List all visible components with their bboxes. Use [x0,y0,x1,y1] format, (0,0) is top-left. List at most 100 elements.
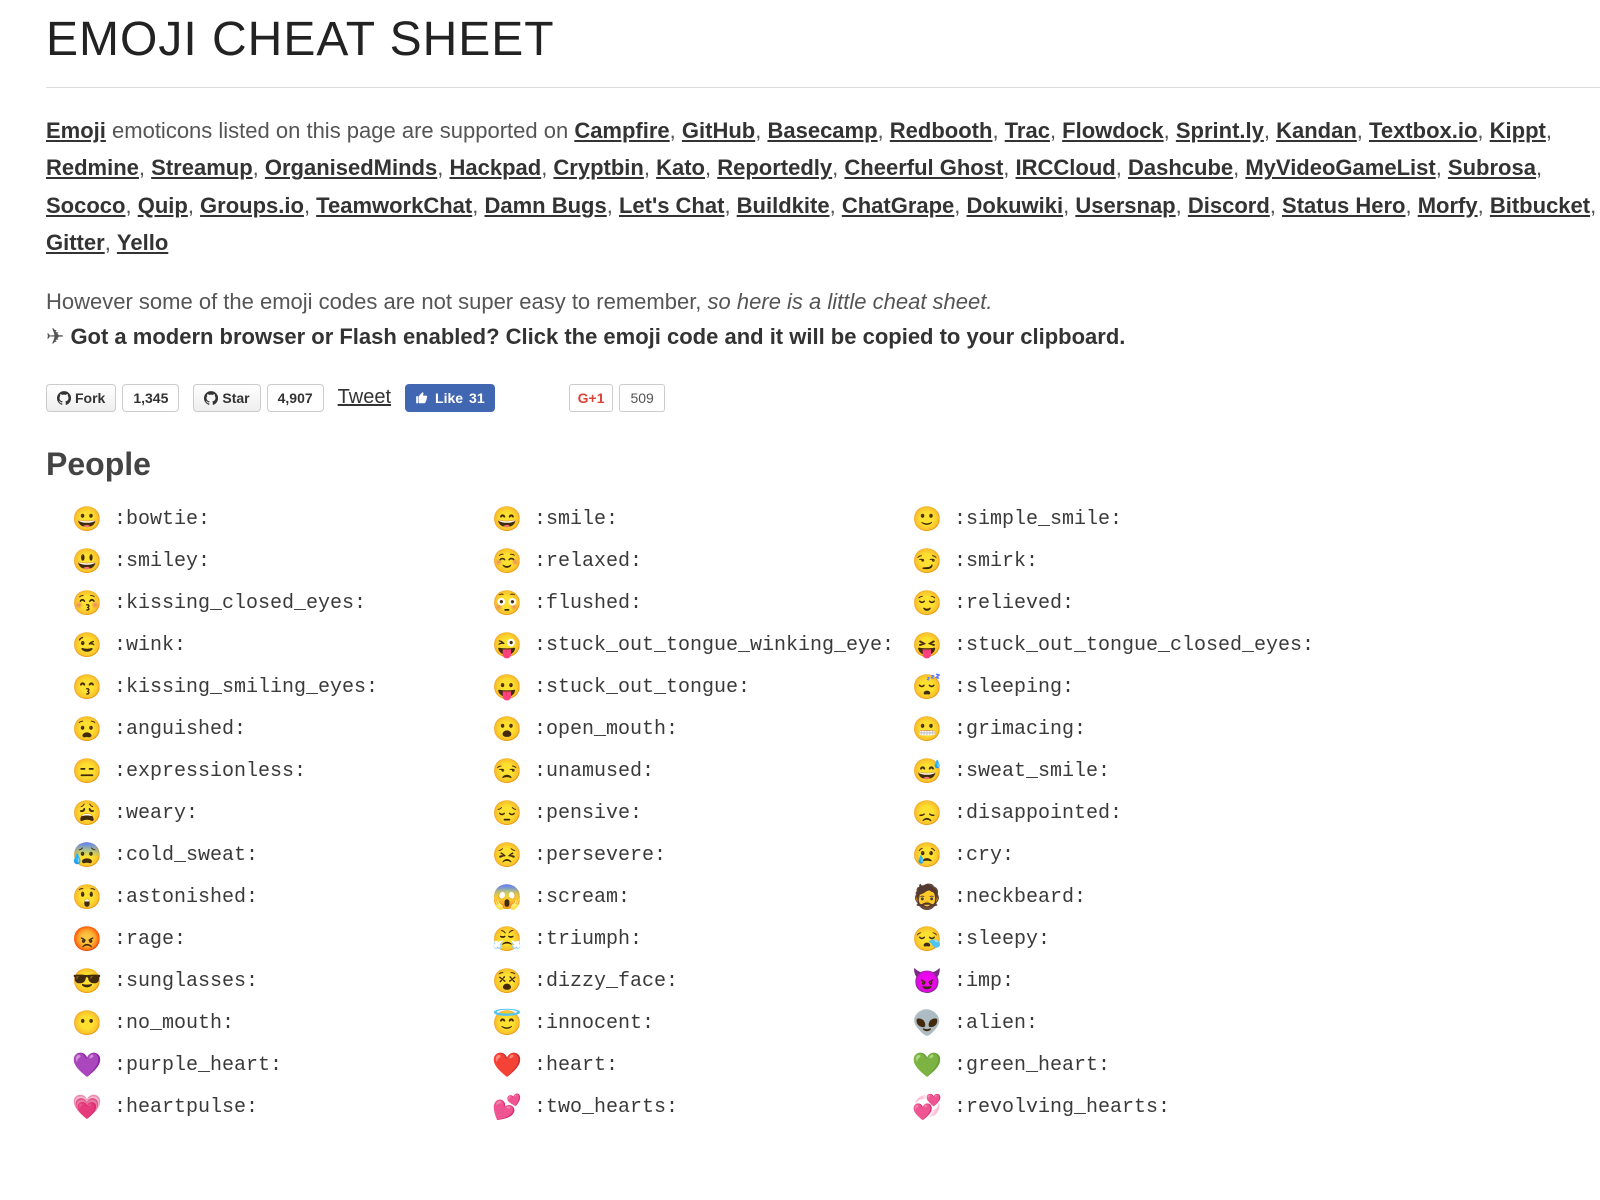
service-link[interactable]: GitHub [682,118,755,143]
service-link[interactable]: Buildkite [737,193,830,218]
service-link[interactable]: OrganisedMinds [265,155,437,180]
emoji-glyph: 💕 [492,1093,520,1122]
emoji-code[interactable]: :relaxed: [534,550,642,573]
service-link[interactable]: Usersnap [1075,193,1175,218]
service-link[interactable]: Quip [138,193,188,218]
service-link[interactable]: Yello [117,230,168,255]
service-link[interactable]: Hackpad [449,155,541,180]
emoji-code[interactable]: :sweat_smile: [954,760,1110,783]
emoji-code[interactable]: :green_heart: [954,1054,1110,1077]
github-fork-count[interactable]: 1,345 [122,384,179,412]
service-link[interactable]: Campfire [574,118,669,143]
emoji-code[interactable]: :open_mouth: [534,718,678,741]
emoji-code[interactable]: :triumph: [534,928,642,951]
facebook-like-button[interactable]: Like 31 [405,384,495,412]
emoji-code[interactable]: :revolving_hearts: [954,1096,1170,1119]
service-link[interactable]: Flowdock [1062,118,1163,143]
emoji-code[interactable]: :kissing_smiling_eyes: [114,676,378,699]
service-link[interactable]: TeamworkChat [316,193,472,218]
emoji-code[interactable]: :sunglasses: [114,970,258,993]
service-link[interactable]: Bitbucket [1490,193,1590,218]
emoji-row: 💕 :two_hearts: [492,1093,912,1123]
emoji-code[interactable]: :dizzy_face: [534,970,678,993]
emoji-code[interactable]: :expressionless: [114,760,306,783]
emoji-row: 😇:innocent: [492,1009,912,1039]
service-link[interactable]: Cryptbin [553,155,643,180]
emoji-code[interactable]: :relieved: [954,592,1074,615]
emoji-code[interactable]: :cold_sweat: [114,844,258,867]
github-star-button[interactable]: Star [193,384,260,412]
emoji-code[interactable]: :wink: [114,634,186,657]
tweet-button[interactable]: Tweet [338,386,391,409]
service-link[interactable]: Morfy [1418,193,1478,218]
emoji-code[interactable]: :smirk: [954,550,1038,573]
service-link[interactable]: Kandan [1276,118,1357,143]
service-link[interactable]: Sprint.ly [1176,118,1264,143]
emoji-code[interactable]: :heartpulse: [114,1096,258,1119]
service-link[interactable]: Cheerful Ghost [844,155,1003,180]
github-star-count[interactable]: 4,907 [267,384,324,412]
service-link[interactable]: Reportedly [717,155,832,180]
emoji-code[interactable]: :stuck_out_tongue_winking_eye: [534,634,894,657]
emoji-code[interactable]: :smile: [534,508,618,531]
emoji-code[interactable]: :rage: [114,928,186,951]
service-link[interactable]: Streamup [151,155,252,180]
emoji-code[interactable]: :purple_heart: [114,1054,282,1077]
google-plus-count[interactable]: 509 [619,384,664,412]
service-link[interactable]: Sococo [46,193,125,218]
emoji-code[interactable]: :sleeping: [954,676,1074,699]
emoji-code[interactable]: :stuck_out_tongue: [534,676,750,699]
emoji-row: 😄:smile: [492,505,912,535]
service-link[interactable]: Redmine [46,155,139,180]
emoji-code[interactable]: :smiley: [114,550,210,573]
service-link[interactable]: Discord [1188,193,1270,218]
service-link[interactable]: Dokuwiki [967,193,1064,218]
service-link[interactable]: Subrosa [1448,155,1536,180]
service-link[interactable]: MyVideoGameList [1245,155,1435,180]
emoji-code[interactable]: :simple_smile: [954,508,1122,531]
emoji-code[interactable]: :pensive: [534,802,642,825]
emoji-code[interactable]: :imp: [954,970,1014,993]
emoji-code[interactable]: :two_hearts: [534,1096,678,1119]
emoji-code[interactable]: :alien: [954,1012,1038,1035]
emoji-code[interactable]: :neckbeard: [954,886,1086,909]
emoji-row: 😒:unamused: [492,757,912,787]
emoji-code[interactable]: :persevere: [534,844,666,867]
emoji-code[interactable]: :unamused: [534,760,654,783]
emoji-glyph: 😙 [72,673,100,702]
emoji-code[interactable]: :weary: [114,802,198,825]
emoji-code[interactable]: :grimacing: [954,718,1086,741]
emoji-code[interactable]: :scream: [534,886,630,909]
service-link[interactable]: Textbox.io [1369,118,1477,143]
service-link[interactable]: Groups.io [200,193,304,218]
emoji-code[interactable]: :disappointed: [954,802,1122,825]
service-link[interactable]: IRCCloud [1016,155,1116,180]
service-link[interactable]: Dashcube [1128,155,1233,180]
google-plus-button[interactable]: G+1 [569,384,614,412]
service-link[interactable]: Gitter [46,230,105,255]
emoji-code[interactable]: :kissing_closed_eyes: [114,592,366,615]
emoji-link[interactable]: Emoji [46,118,106,143]
emoji-code[interactable]: :sleepy: [954,928,1050,951]
emoji-code[interactable]: :cry: [954,844,1014,867]
service-link[interactable]: Redbooth [890,118,993,143]
service-link[interactable]: Damn Bugs [484,193,606,218]
service-link[interactable]: Basecamp [767,118,877,143]
emoji-code[interactable]: :no_mouth: [114,1012,234,1035]
emoji-code[interactable]: :heart: [534,1054,618,1077]
service-link[interactable]: Status Hero [1282,193,1405,218]
github-fork-button[interactable]: Fork [46,384,116,412]
emoji-code[interactable]: :bowtie: [114,508,210,531]
emoji-code[interactable]: :anguished: [114,718,246,741]
service-link[interactable]: Kippt [1490,118,1546,143]
service-link[interactable]: Let's Chat [619,193,724,218]
emoji-code[interactable]: :stuck_out_tongue_closed_eyes: [954,634,1314,657]
emoji-code[interactable]: :astonished: [114,886,258,909]
emoji-code[interactable]: :flushed: [534,592,642,615]
service-link[interactable]: ChatGrape [842,193,954,218]
service-link[interactable]: Kato [656,155,705,180]
emoji-code[interactable]: :innocent: [534,1012,654,1035]
emoji-row: 😱:scream: [492,883,912,913]
emoji-glyph: 😔 [492,799,520,828]
service-link[interactable]: Trac [1005,118,1050,143]
